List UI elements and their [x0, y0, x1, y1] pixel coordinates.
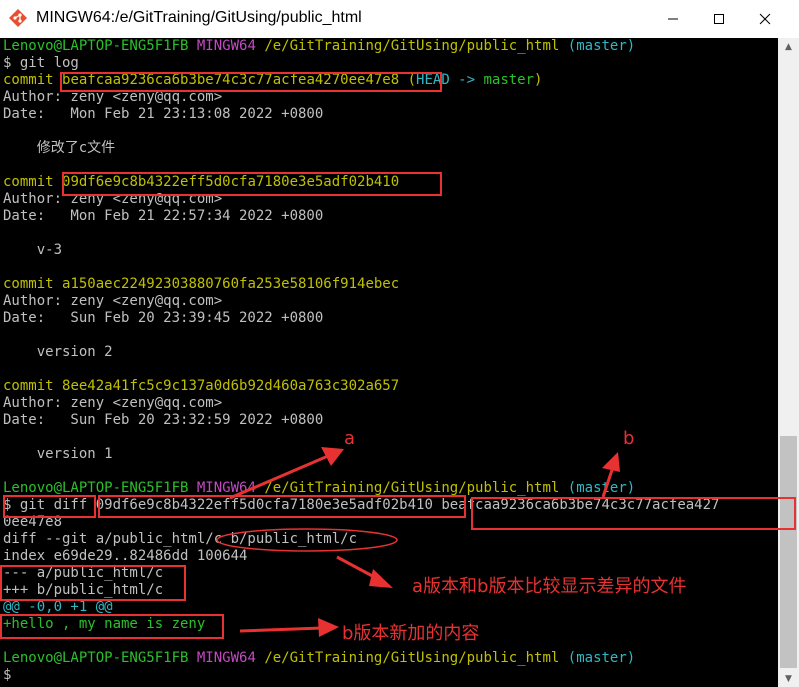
- scroll-up-icon[interactable]: ▲: [778, 38, 799, 55]
- highlight-box-added-line: [0, 614, 224, 639]
- prompt-branch: (master): [567, 480, 636, 496]
- commit-date: Date: Mon Feb 21 23:13:08 2022 +0800: [3, 106, 324, 122]
- close-icon: [759, 13, 771, 25]
- scrollbar-thumb[interactable]: [780, 436, 797, 668]
- highlight-box-diff-files: [0, 565, 186, 601]
- commit-hash: 8ee42a41fc5c9c137a0d6b92d460a763c302a657: [62, 378, 400, 394]
- minimize-icon: [668, 18, 678, 20]
- commit-line: commit 8ee42a41fc5c9c137a0d6b92d460a763c…: [3, 378, 399, 395]
- commit-message: v-3: [3, 242, 63, 258]
- minimize-button[interactable]: [650, 0, 696, 38]
- commit-label: commit: [3, 378, 63, 394]
- prompt-path: /e/GitTraining/GitUsing/public_html: [264, 480, 560, 496]
- window-title: MINGW64:/e/GitTraining/GitUsing/public_h…: [36, 9, 362, 26]
- commit-label: commit: [3, 72, 63, 88]
- highlight-box-head-hash: [60, 72, 442, 92]
- prompt-branch: (master): [567, 38, 636, 54]
- commit-line: commit a150aec22492303880760fa253e58106f…: [3, 276, 399, 293]
- close-button[interactable]: [742, 0, 788, 38]
- commit-message: 修改了c文件: [3, 140, 116, 156]
- prompt-user-host: Lenovo@LAPTOP-ENG5F1FB: [3, 480, 189, 496]
- diff-header: diff --git a/public_html/c b/public_html…: [3, 531, 358, 547]
- ref-master: master: [483, 72, 535, 88]
- command-git-log: $ git log: [3, 55, 79, 71]
- commit-label: commit: [3, 276, 63, 292]
- highlight-box-hash-b: [471, 497, 796, 530]
- highlight-box-diff-cmd: [3, 495, 96, 518]
- prompt-branch: (master): [567, 650, 636, 666]
- annotation-label-a: a: [344, 428, 356, 449]
- git-bash-icon: [9, 9, 27, 27]
- prompt-shell: MINGW64: [196, 38, 256, 54]
- commit-author: Author: zeny <zeny@qq.com>: [3, 293, 223, 309]
- commit-date: Date: Sun Feb 20 23:39:45 2022 +0800: [3, 310, 324, 326]
- prompt-path: /e/GitTraining/GitUsing/public_html: [264, 38, 560, 54]
- final-prompt[interactable]: $: [3, 667, 11, 684]
- prompt-line: Lenovo@LAPTOP-ENG5F1FB MINGW64 /e/GitTra…: [3, 650, 635, 667]
- commit-label: commit: [3, 174, 63, 190]
- annotation-label-b: b: [623, 428, 635, 449]
- title-bar: MINGW64:/e/GitTraining/GitUsing/public_h…: [0, 0, 799, 38]
- commit-author: Author: zeny <zeny@qq.com>: [3, 395, 223, 411]
- prompt-user-host: Lenovo@LAPTOP-ENG5F1FB: [3, 38, 189, 54]
- ref-close: ): [534, 72, 543, 88]
- highlight-box-v3-hash: [62, 172, 442, 196]
- commit-date: Date: Sun Feb 20 23:32:59 2022 +0800: [3, 412, 324, 428]
- prompt-shell: MINGW64: [196, 650, 256, 666]
- highlight-box-hash-a: [98, 495, 466, 518]
- commit-hash: a150aec22492303880760fa253e58106f914ebec: [62, 276, 400, 292]
- scroll-down-icon[interactable]: ▼: [778, 670, 799, 687]
- commit-message: version 2: [3, 344, 113, 360]
- maximize-button[interactable]: [696, 0, 742, 38]
- commit-message: version 1: [3, 446, 113, 462]
- annotation-note-added: b版本新加的内容: [342, 623, 480, 644]
- prompt-shell: MINGW64: [196, 480, 256, 496]
- commit-date: Date: Mon Feb 21 22:57:34 2022 +0800: [3, 208, 324, 224]
- diff-index: index e69de29..82486dd 100644: [3, 548, 248, 564]
- annotation-note-files: a版本和b版本比较显示差异的文件: [412, 576, 687, 597]
- vertical-scrollbar[interactable]: ▲ ▼: [778, 38, 799, 687]
- maximize-icon: [714, 14, 724, 24]
- prompt-line: Lenovo@LAPTOP-ENG5F1FB MINGW64 /e/GitTra…: [3, 38, 635, 55]
- prompt-user-host: Lenovo@LAPTOP-ENG5F1FB: [3, 650, 189, 666]
- prompt-path: /e/GitTraining/GitUsing/public_html: [264, 650, 560, 666]
